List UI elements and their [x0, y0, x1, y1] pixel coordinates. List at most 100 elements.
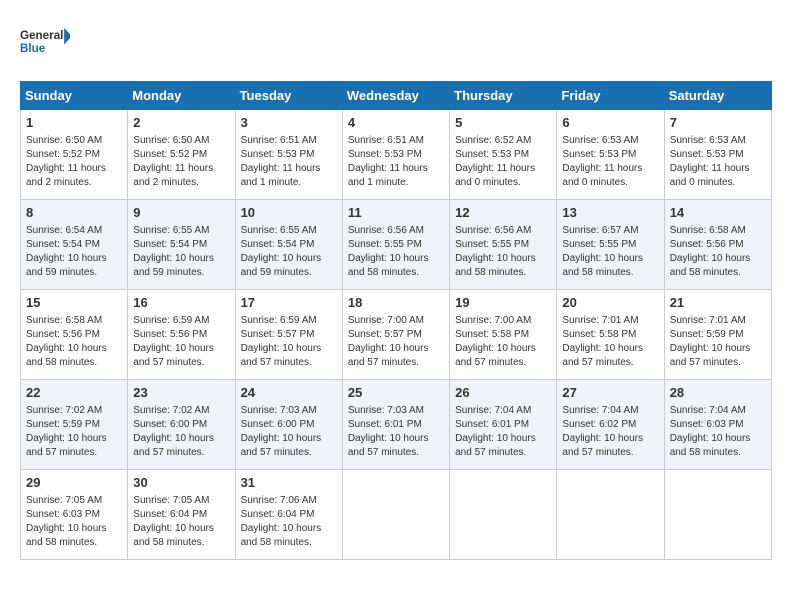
week-row-5: 29 Sunrise: 7:05 AMSunset: 6:03 PMDayligh…: [21, 470, 772, 560]
day-content: Sunrise: 7:04 AMSunset: 6:02 PMDaylight:…: [562, 404, 658, 460]
day-content: Sunrise: 6:58 AMSunset: 5:56 PMDaylight:…: [670, 224, 766, 280]
weekday-header-thursday: Thursday: [450, 82, 557, 110]
week-row-1: 1 Sunrise: 6:50 AMSunset: 5:52 PMDaylight…: [21, 110, 772, 200]
weekday-header-saturday: Saturday: [664, 82, 771, 110]
day-content: Sunrise: 7:03 AMSunset: 6:00 PMDaylight:…: [241, 404, 337, 460]
calendar-cell: 12 Sunrise: 6:56 AMSunset: 5:55 PMDayligh…: [450, 200, 557, 290]
calendar-cell: 4 Sunrise: 6:51 AMSunset: 5:53 PMDaylight…: [342, 110, 449, 200]
day-number: 27: [562, 384, 658, 402]
day-content: Sunrise: 7:02 AMSunset: 5:59 PMDaylight:…: [26, 404, 122, 460]
day-number: 26: [455, 384, 551, 402]
calendar-cell: 13 Sunrise: 6:57 AMSunset: 5:55 PMDayligh…: [557, 200, 664, 290]
day-number: 31: [241, 474, 337, 492]
day-number: 22: [26, 384, 122, 402]
day-content: Sunrise: 6:56 AMSunset: 5:55 PMDaylight:…: [348, 224, 444, 280]
day-number: 12: [455, 204, 551, 222]
calendar-table: SundayMondayTuesdayWednesdayThursdayFrid…: [20, 81, 772, 560]
day-number: 13: [562, 204, 658, 222]
day-content: Sunrise: 6:54 AMSunset: 5:54 PMDaylight:…: [26, 224, 122, 280]
day-content: Sunrise: 7:03 AMSunset: 6:01 PMDaylight:…: [348, 404, 444, 460]
logo-svg: General Blue: [20, 20, 70, 65]
calendar-cell: 10 Sunrise: 6:55 AMSunset: 5:54 PMDayligh…: [235, 200, 342, 290]
svg-text:General: General: [20, 29, 63, 42]
day-number: 14: [670, 204, 766, 222]
calendar-cell: 6 Sunrise: 6:53 AMSunset: 5:53 PMDaylight…: [557, 110, 664, 200]
calendar-cell: 2 Sunrise: 6:50 AMSunset: 5:52 PMDaylight…: [128, 110, 235, 200]
weekday-header-wednesday: Wednesday: [342, 82, 449, 110]
day-content: Sunrise: 6:59 AMSunset: 5:57 PMDaylight:…: [241, 314, 337, 370]
calendar-cell: [664, 470, 771, 560]
calendar-cell: 23Sunrise: 7:02 AMSunset: 6:00 PMDayligh…: [128, 380, 235, 470]
calendar-cell: 8 Sunrise: 6:54 AMSunset: 5:54 PMDaylight…: [21, 200, 128, 290]
day-content: Sunrise: 6:59 AMSunset: 5:56 PMDaylight:…: [133, 314, 229, 370]
day-content: Sunrise: 6:55 AMSunset: 5:54 PMDaylight:…: [241, 224, 337, 280]
day-content: Sunrise: 7:00 AMSunset: 5:57 PMDaylight:…: [348, 314, 444, 370]
week-row-3: 15Sunrise: 6:58 AMSunset: 5:56 PMDayligh…: [21, 290, 772, 380]
calendar-cell: 3Sunrise: 6:51 AMSunset: 5:53 PMDaylight…: [235, 110, 342, 200]
day-number: 9: [133, 204, 229, 222]
calendar-cell: 21 Sunrise: 7:01 AMSunset: 5:59 PMDayligh…: [664, 290, 771, 380]
day-content: Sunrise: 7:01 AMSunset: 5:58 PMDaylight:…: [562, 314, 658, 370]
day-number: 3: [241, 114, 337, 132]
day-number: 16: [133, 294, 229, 312]
calendar-cell: 22 Sunrise: 7:02 AMSunset: 5:59 PMDayligh…: [21, 380, 128, 470]
day-content: Sunrise: 7:04 AMSunset: 6:03 PMDaylight:…: [670, 404, 766, 460]
calendar-cell: 17 Sunrise: 6:59 AMSunset: 5:57 PMDayligh…: [235, 290, 342, 380]
day-number: 5: [455, 114, 551, 132]
day-number: 28: [670, 384, 766, 402]
weekday-header-row: SundayMondayTuesdayWednesdayThursdayFrid…: [21, 82, 772, 110]
day-number: 10: [241, 204, 337, 222]
day-content: Sunrise: 7:01 AMSunset: 5:59 PMDaylight:…: [670, 314, 766, 370]
calendar-cell: 20 Sunrise: 7:01 AMSunset: 5:58 PMDayligh…: [557, 290, 664, 380]
day-number: 11: [348, 204, 444, 222]
day-number: 29: [26, 474, 122, 492]
day-number: 17: [241, 294, 337, 312]
day-content: Sunrise: 6:50 AMSunset: 5:52 PMDaylight:…: [133, 134, 229, 190]
calendar-cell: 26 Sunrise: 7:04 AMSunset: 6:01 PMDayligh…: [450, 380, 557, 470]
calendar-cell: 16 Sunrise: 6:59 AMSunset: 5:56 PMDayligh…: [128, 290, 235, 380]
day-content: Sunrise: 6:57 AMSunset: 5:55 PMDaylight:…: [562, 224, 658, 280]
day-number: 21: [670, 294, 766, 312]
day-number: 7: [670, 114, 766, 132]
day-content: Sunrise: 6:53 AMSunset: 5:53 PMDaylight:…: [562, 134, 658, 190]
calendar-cell: 31Sunrise: 7:06 AMSunset: 6:04 PMDayligh…: [235, 470, 342, 560]
calendar-cell: 19 Sunrise: 7:00 AMSunset: 5:58 PMDayligh…: [450, 290, 557, 380]
day-number: 19: [455, 294, 551, 312]
day-content: Sunrise: 6:50 AMSunset: 5:52 PMDaylight:…: [26, 134, 122, 190]
weekday-header-sunday: Sunday: [21, 82, 128, 110]
calendar-cell: 27 Sunrise: 7:04 AMSunset: 6:02 PMDayligh…: [557, 380, 664, 470]
day-content: Sunrise: 6:55 AMSunset: 5:54 PMDaylight:…: [133, 224, 229, 280]
calendar-cell: 7 Sunrise: 6:53 AMSunset: 5:53 PMDaylight…: [664, 110, 771, 200]
day-content: Sunrise: 7:02 AMSunset: 6:00 PMDaylight:…: [133, 404, 229, 460]
calendar-cell: 29 Sunrise: 7:05 AMSunset: 6:03 PMDayligh…: [21, 470, 128, 560]
day-content: Sunrise: 7:05 AMSunset: 6:03 PMDaylight:…: [26, 494, 122, 550]
svg-text:Blue: Blue: [20, 42, 46, 55]
day-number: 24: [241, 384, 337, 402]
calendar-cell: 30Sunrise: 7:05 AMSunset: 6:04 PMDayligh…: [128, 470, 235, 560]
day-number: 2: [133, 114, 229, 132]
calendar-cell: [450, 470, 557, 560]
calendar-cell: [342, 470, 449, 560]
day-content: Sunrise: 6:56 AMSunset: 5:55 PMDaylight:…: [455, 224, 551, 280]
calendar-cell: 24 Sunrise: 7:03 AMSunset: 6:00 PMDayligh…: [235, 380, 342, 470]
day-number: 8: [26, 204, 122, 222]
calendar-cell: 25Sunrise: 7:03 AMSunset: 6:01 PMDayligh…: [342, 380, 449, 470]
day-number: 20: [562, 294, 658, 312]
day-number: 1: [26, 114, 122, 132]
header-area: General Blue: [20, 20, 772, 65]
day-number: 4: [348, 114, 444, 132]
calendar-cell: 11 Sunrise: 6:56 AMSunset: 5:55 PMDayligh…: [342, 200, 449, 290]
day-number: 6: [562, 114, 658, 132]
day-content: Sunrise: 7:00 AMSunset: 5:58 PMDaylight:…: [455, 314, 551, 370]
day-content: Sunrise: 6:51 AMSunset: 5:53 PMDaylight:…: [348, 134, 444, 190]
logo: General Blue: [20, 20, 70, 65]
calendar-cell: 28 Sunrise: 7:04 AMSunset: 6:03 PMDayligh…: [664, 380, 771, 470]
day-content: Sunrise: 6:52 AMSunset: 5:53 PMDaylight:…: [455, 134, 551, 190]
calendar-cell: 5 Sunrise: 6:52 AMSunset: 5:53 PMDaylight…: [450, 110, 557, 200]
day-number: 30: [133, 474, 229, 492]
day-content: Sunrise: 7:04 AMSunset: 6:01 PMDaylight:…: [455, 404, 551, 460]
day-content: Sunrise: 6:53 AMSunset: 5:53 PMDaylight:…: [670, 134, 766, 190]
calendar-cell: 18Sunrise: 7:00 AMSunset: 5:57 PMDayligh…: [342, 290, 449, 380]
week-row-4: 22 Sunrise: 7:02 AMSunset: 5:59 PMDayligh…: [21, 380, 772, 470]
weekday-header-tuesday: Tuesday: [235, 82, 342, 110]
